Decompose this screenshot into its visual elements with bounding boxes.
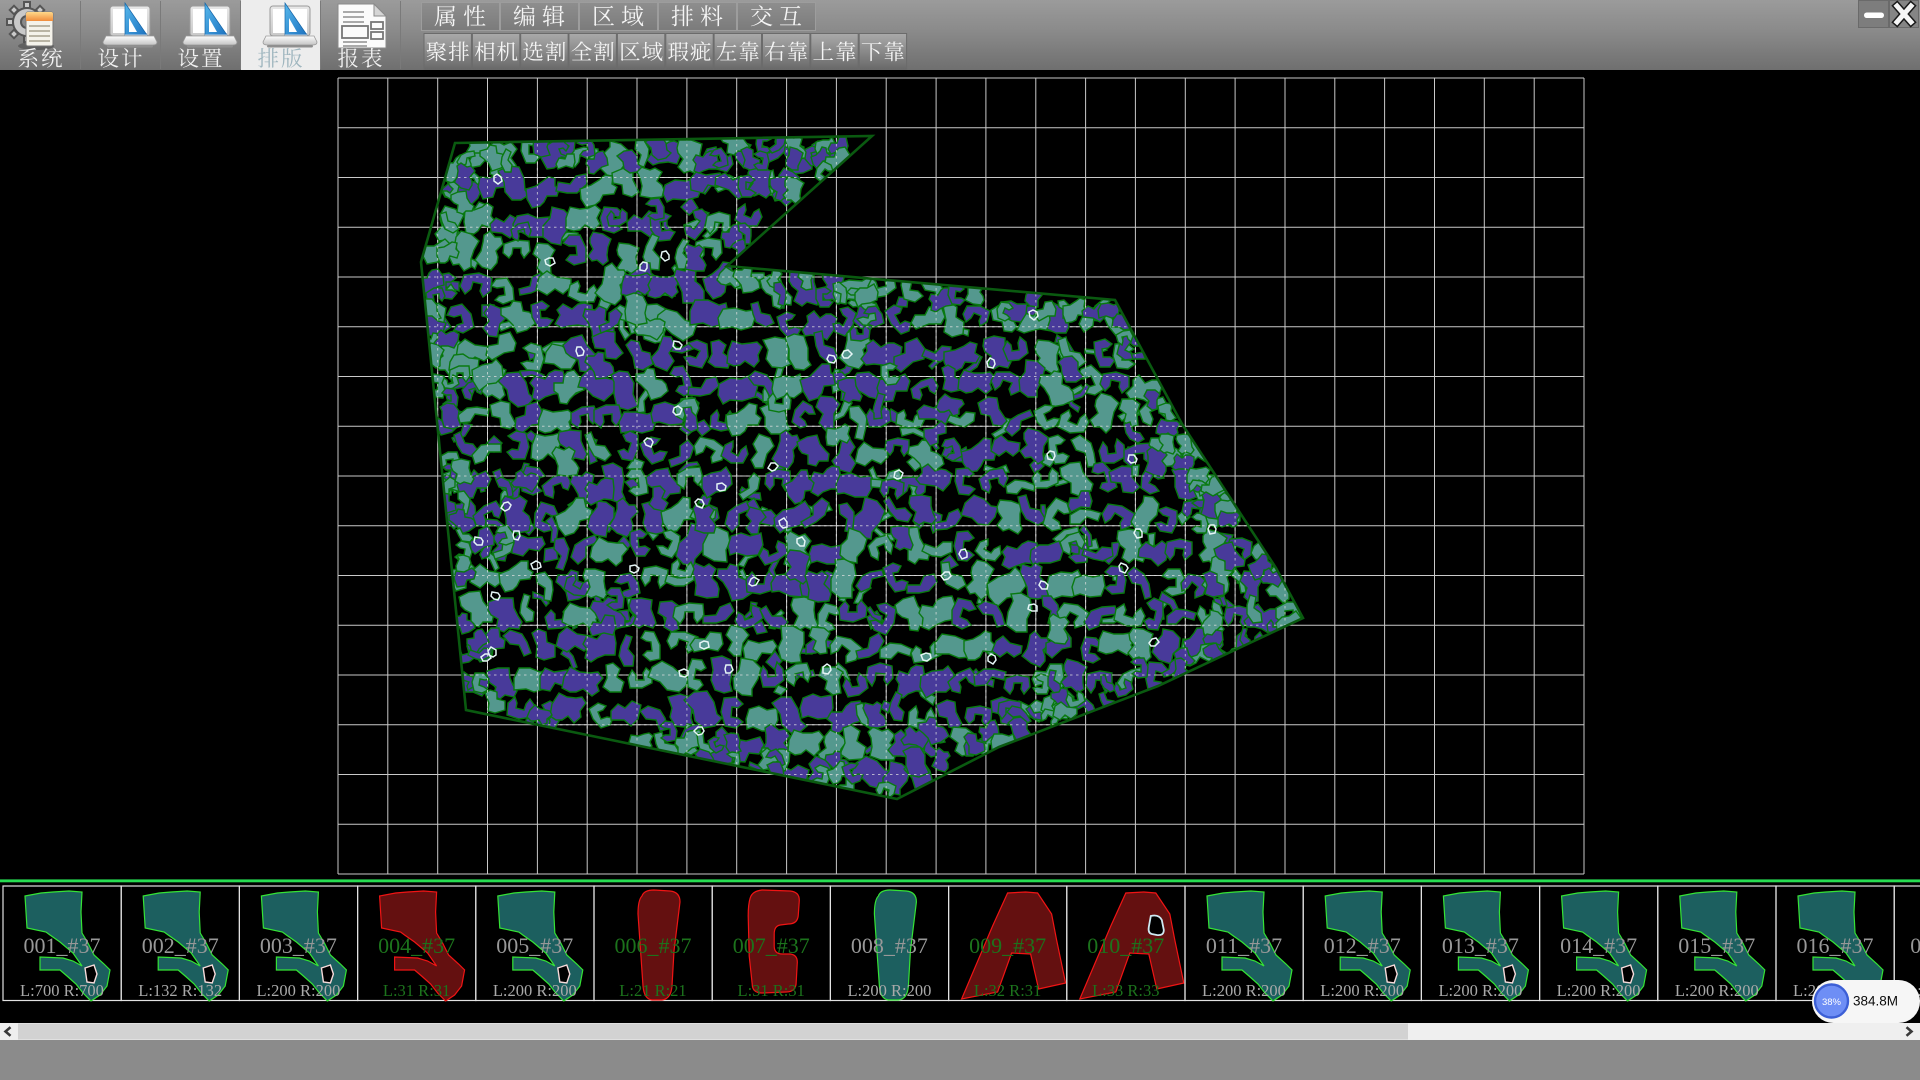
svg-text:017_#37: 017_#37 (1910, 933, 1920, 958)
svg-text:L:200 R:200: L:200 R:200 (256, 981, 340, 1000)
svg-text:L:132 R:132: L:132 R:132 (138, 981, 222, 1000)
svg-text:L:700 R:700: L:700 R:700 (20, 981, 104, 1000)
svg-text:L:200 R:200: L:200 R:200 (1557, 981, 1641, 1000)
svg-text:013_#37: 013_#37 (1442, 933, 1519, 958)
svg-text:L:200 R:200: L:200 R:200 (1438, 981, 1522, 1000)
svg-text:L:31 R:31: L:31 R:31 (738, 981, 805, 1000)
svg-text:38%: 38% (1822, 997, 1842, 1008)
svg-text:009_#37: 009_#37 (969, 933, 1046, 958)
svg-text:007_#37: 007_#37 (733, 933, 810, 958)
svg-text:012_#37: 012_#37 (1324, 933, 1401, 958)
svg-text:003_#37: 003_#37 (260, 933, 337, 958)
svg-text:010_#37: 010_#37 (1087, 933, 1164, 958)
svg-text:L:200 R:200: L:200 R:200 (1202, 981, 1286, 1000)
svg-text:001_#37: 001_#37 (24, 933, 101, 958)
svg-text:L:31 R:31: L:31 R:31 (383, 981, 450, 1000)
svg-text:011_#37: 011_#37 (1206, 933, 1282, 958)
svg-text:L:200 R:200: L:200 R:200 (493, 981, 577, 1000)
svg-text:L:200 R:200: L:200 R:200 (1320, 981, 1404, 1000)
svg-text:014_#37: 014_#37 (1560, 933, 1637, 958)
svg-text:006_#37: 006_#37 (615, 933, 692, 958)
svg-text:015_#37: 015_#37 (1678, 933, 1755, 958)
svg-text:005_#37: 005_#37 (496, 933, 573, 958)
svg-text:L:21 R:21: L:21 R:21 (619, 981, 686, 1000)
svg-text:384.8M: 384.8M (1853, 994, 1898, 1009)
svg-text:L:200 R:200: L:200 R:200 (847, 981, 931, 1000)
svg-text:L:33 R:33: L:33 R:33 (1092, 981, 1159, 1000)
svg-text:016_#37: 016_#37 (1797, 933, 1874, 958)
svg-text:L:32 R:31: L:32 R:31 (974, 981, 1041, 1000)
svg-text:008_#37: 008_#37 (851, 933, 928, 958)
svg-text:002_#37: 002_#37 (142, 933, 219, 958)
svg-text:004_#37: 004_#37 (378, 933, 455, 958)
svg-text:L:200 R:200: L:200 R:200 (1675, 981, 1759, 1000)
